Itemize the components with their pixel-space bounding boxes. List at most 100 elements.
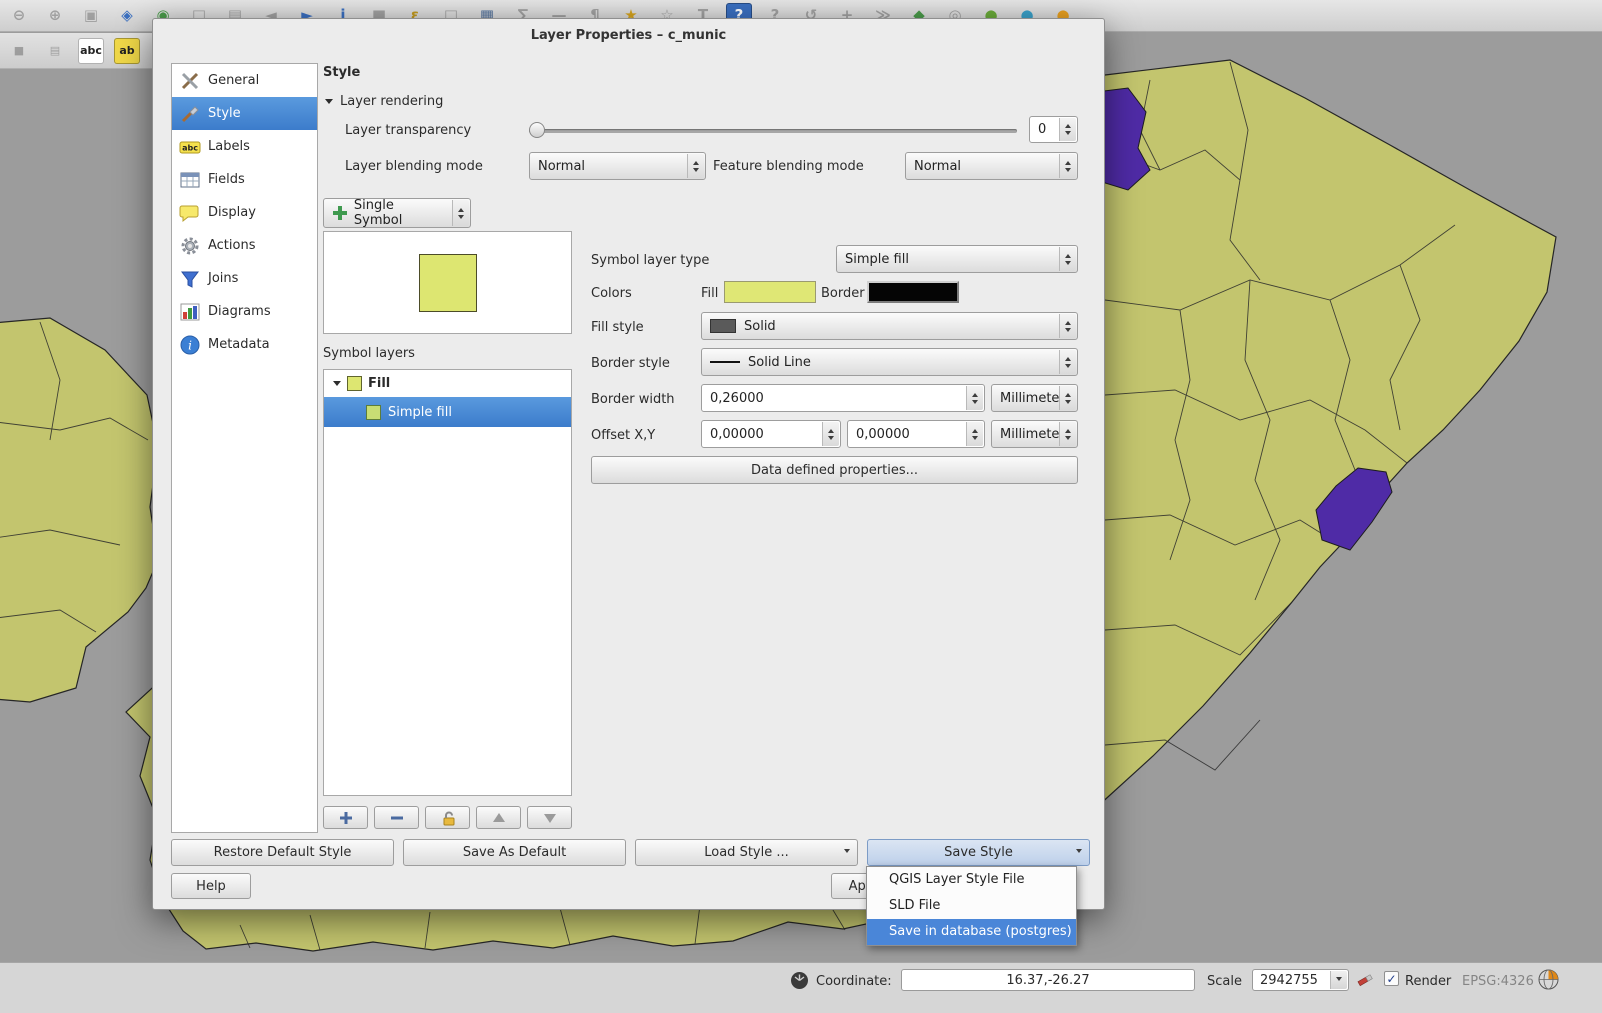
offset-x-spinbox[interactable]: 0,00000 (701, 420, 841, 448)
coordinate-label: Coordinate: (816, 974, 892, 989)
plus-icon (338, 810, 354, 826)
label-highlight-icon[interactable]: ab (114, 38, 140, 64)
coordinate-field[interactable]: 16.37,-26.27 (901, 969, 1195, 991)
fill-style-preview-icon (710, 319, 736, 333)
layer-transparency-slider[interactable] (529, 121, 1017, 141)
spin-arrows-icon[interactable] (1059, 118, 1076, 141)
fill-color-button[interactable] (724, 281, 816, 303)
minus-icon (389, 810, 405, 826)
render-label: Render (1405, 974, 1451, 989)
coordinate-capture-icon[interactable] (790, 971, 809, 990)
sidebar-item-metadata[interactable]: i Metadata (172, 328, 317, 361)
zoom-native-icon[interactable]: ▣ (78, 3, 104, 29)
slider-handle[interactable] (529, 122, 545, 138)
pan-map-icon[interactable]: ◈ (114, 3, 140, 29)
layer-rendering-expander[interactable]: Layer rendering (325, 94, 443, 109)
svg-text:i: i (188, 338, 192, 352)
spin-arrows-icon[interactable] (966, 386, 983, 410)
scale-combo[interactable]: 2942755 (1252, 969, 1349, 991)
label-abc-icon[interactable]: abc (78, 38, 104, 64)
border-color-label: Border (821, 286, 865, 301)
fields-icon (179, 169, 201, 191)
labels-icon: abc (179, 136, 201, 158)
select-tool-icon[interactable]: ■ (6, 38, 32, 64)
dropdown-caret-icon (844, 849, 850, 856)
sidebar-item-actions[interactable]: Actions (172, 229, 317, 262)
feature-blending-combo[interactable]: Normal (905, 152, 1078, 180)
zoom-in-icon[interactable]: ⊕ (42, 3, 68, 29)
combo-arrows-icon (1059, 314, 1076, 338)
move-down-button[interactable] (527, 806, 572, 829)
dialog-title: Layer Properties – c_munic (153, 28, 1104, 43)
tree-item-fill[interactable]: Fill (324, 370, 571, 397)
labeling-toolbar: ■ ▤ abcab (0, 33, 153, 69)
border-style-combo[interactable]: Solid Line (701, 348, 1078, 376)
data-defined-properties-button[interactable]: Data defined properties... (591, 456, 1078, 484)
render-checkbox[interactable] (1384, 971, 1399, 986)
layer-blending-combo[interactable]: Normal (529, 152, 706, 180)
joins-icon (179, 268, 201, 290)
style-heading: Style (323, 65, 360, 80)
svg-text:abc: abc (182, 143, 198, 152)
move-up-button[interactable] (476, 806, 521, 829)
metadata-icon: i (179, 334, 201, 356)
arrow-up-icon (492, 812, 506, 824)
layer-properties-dialog: Layer Properties – c_munic General Style… (152, 18, 1105, 910)
combo-caret-icon[interactable] (1330, 971, 1347, 989)
combo-arrows-icon (452, 200, 469, 226)
sidebar-item-general[interactable]: General (172, 64, 317, 97)
properties-sidebar: General Style abc Labels Fields Display … (171, 63, 318, 833)
status-bar: Coordinate: 16.37,-26.27 Scale 2942755 R… (0, 962, 1602, 1013)
style-icon (179, 103, 201, 125)
map-refresh-icon[interactable] (1356, 970, 1375, 989)
sidebar-item-style[interactable]: Style (172, 97, 317, 130)
border-style-preview-icon (710, 361, 740, 363)
border-style-label: Border style (591, 356, 670, 371)
save-style-button[interactable]: Save Style (867, 839, 1090, 866)
border-width-spinbox[interactable]: 0,26000 (701, 384, 985, 412)
colors-label: Colors (591, 286, 632, 301)
feature-blending-label: Feature blending mode (713, 159, 864, 174)
spin-arrows-icon[interactable] (966, 422, 983, 446)
tree-item-simple-fill[interactable]: Simple fill (324, 397, 571, 427)
sidebar-item-labels[interactable]: abc Labels (172, 130, 317, 163)
lock-color-button[interactable] (425, 806, 470, 829)
symbol-layer-type-label: Symbol layer type (591, 253, 709, 268)
single-symbol-icon (332, 205, 348, 221)
clipboard-icon[interactable]: ▤ (42, 38, 68, 64)
menu-item-sld-file[interactable]: SLD File (867, 893, 1076, 919)
fill-color-label: Fill (701, 286, 718, 301)
spin-arrows-icon[interactable] (822, 422, 839, 446)
sidebar-item-fields[interactable]: Fields (172, 163, 317, 196)
symbol-layers-tree: Fill Simple fill (323, 369, 572, 796)
symbol-preview (323, 231, 572, 334)
sidebar-item-display[interactable]: Display (172, 196, 317, 229)
menu-item-qgis-layer-style-file[interactable]: QGIS Layer Style File (867, 867, 1076, 893)
zoom-out-icon[interactable]: ⊖ (6, 3, 32, 29)
layer-transparency-label: Layer transparency (345, 123, 471, 138)
add-symbol-layer-button[interactable] (323, 806, 368, 829)
arrow-down-icon (543, 812, 557, 824)
scale-label: Scale (1207, 974, 1242, 989)
sidebar-item-joins[interactable]: Joins (172, 262, 317, 295)
load-style-button[interactable]: Load Style ... (635, 839, 858, 866)
lock-icon (439, 809, 457, 827)
symbol-type-combo[interactable]: Single Symbol (323, 198, 471, 228)
offset-unit-combo[interactable]: Millimeter (991, 420, 1078, 448)
border-width-unit-combo[interactable]: Millimeter (991, 384, 1078, 412)
symbol-layer-type-combo[interactable]: Simple fill (836, 245, 1078, 273)
save-as-default-button[interactable]: Save As Default (403, 839, 626, 866)
border-width-label: Border width (591, 392, 675, 407)
help-button[interactable]: Help (171, 873, 251, 899)
expander-arrow-icon (333, 381, 341, 390)
sidebar-item-diagrams[interactable]: Diagrams (172, 295, 317, 328)
fill-style-combo[interactable]: Solid (701, 312, 1078, 340)
offset-y-spinbox[interactable]: 0,00000 (847, 420, 985, 448)
restore-default-style-button[interactable]: Restore Default Style (171, 839, 394, 866)
border-color-button[interactable] (867, 281, 959, 303)
menu-item-save-in-database[interactable]: Save in database (postgres) (867, 919, 1076, 945)
layer-transparency-spinbox[interactable]: 0 (1029, 116, 1078, 143)
remove-symbol-layer-button[interactable] (374, 806, 419, 829)
crs-status-icon[interactable] (1538, 969, 1559, 990)
combo-arrows-icon (1059, 247, 1076, 271)
